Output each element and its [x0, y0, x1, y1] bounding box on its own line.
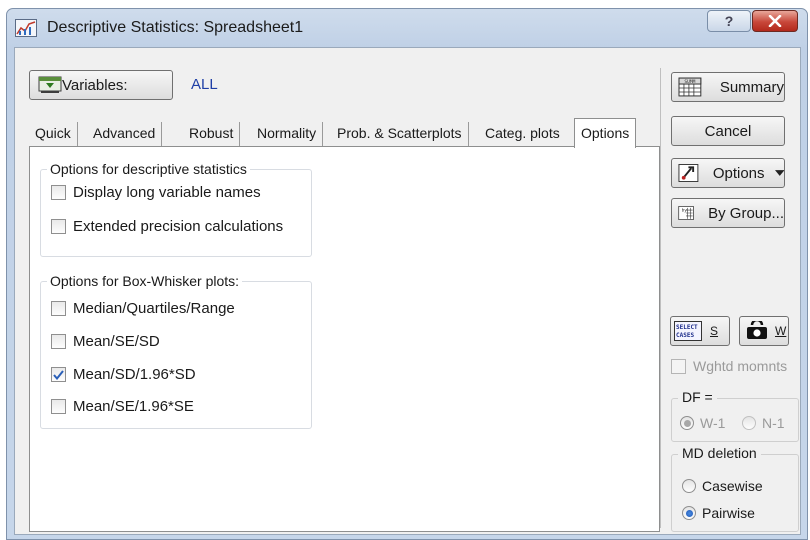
- dialog-window: Descriptive Statistics: Spreadsheet1 ? V…: [6, 8, 808, 540]
- summary-icon: SUMM: [678, 77, 702, 97]
- descriptive-options-title: Options for descriptive statistics: [47, 161, 250, 177]
- df-n1-radio[interactable]: [742, 416, 756, 430]
- by-group-button[interactable]: by By Group...: [671, 198, 785, 228]
- variables-icon: [38, 76, 62, 93]
- right-panel-divider: [660, 68, 661, 528]
- tab-quick[interactable]: Quick: [29, 122, 78, 146]
- close-button[interactable]: [752, 10, 798, 32]
- display-long-names-option[interactable]: Display long variable names: [51, 184, 261, 201]
- variables-value: ALL: [191, 76, 218, 93]
- mean-se-sd-checkbox[interactable]: [51, 334, 66, 349]
- df-group-title: DF =: [678, 389, 717, 405]
- casewise-label: Casewise: [702, 478, 763, 494]
- wghtd-momnts-label: Wghtd momnts: [693, 358, 788, 374]
- mean-sd-196sd-checkbox[interactable]: [51, 367, 66, 382]
- cancel-button-label: Cancel: [704, 122, 752, 140]
- mean-sd-196sd-option[interactable]: Mean/SD/1.96*SD: [51, 366, 196, 383]
- select-cases-icon-text-2: CASES: [676, 332, 694, 339]
- weight-key: W: [775, 324, 787, 338]
- md-deletion-group: MD deletion Casewise Pairwise: [671, 445, 799, 532]
- box-whisker-options-title: Options for Box-Whisker plots:: [47, 273, 243, 289]
- checkmark-icon: [53, 369, 64, 380]
- close-icon: [768, 15, 782, 27]
- variables-button[interactable]: Variables:: [29, 70, 173, 100]
- casewise-radio[interactable]: [682, 479, 696, 493]
- window-title: Descriptive Statistics: Spreadsheet1: [47, 19, 304, 36]
- mean-se-196se-checkbox[interactable]: [51, 399, 66, 414]
- median-quartiles-range-checkbox[interactable]: [51, 301, 66, 316]
- by-group-label: By Group...: [708, 204, 784, 222]
- help-icon: ?: [724, 13, 734, 29]
- casewise-option[interactable]: Casewise: [682, 478, 763, 494]
- median-quartiles-range-option[interactable]: Median/Quartiles/Range: [51, 300, 235, 317]
- pairwise-option[interactable]: Pairwise: [682, 505, 755, 521]
- tab-advanced[interactable]: Advanced: [87, 122, 163, 146]
- extended-precision-option[interactable]: Extended precision calculations: [51, 218, 283, 235]
- mean-se-196se-option[interactable]: Mean/SE/1.96*SE: [51, 398, 194, 415]
- df-w1-label: W-1: [700, 415, 726, 431]
- tab-robust[interactable]: Robust: [183, 122, 241, 146]
- weight-icon: [747, 321, 767, 339]
- summary-button-label: Summary: [719, 78, 784, 96]
- wghtd-momnts-checkbox[interactable]: [671, 358, 686, 374]
- select-cases-icon-text-1: SELECT: [676, 324, 698, 331]
- chevron-down-icon: [774, 169, 784, 176]
- options-menu-label: Options: [712, 164, 765, 182]
- df-n1-label: N-1: [762, 415, 785, 431]
- tab-categ-plots[interactable]: Categ. plots: [479, 122, 566, 146]
- tab-prob-scatterplots[interactable]: Prob. & Scatterplots: [331, 122, 469, 146]
- dialog-client-area: Variables: ALL Quick Advanced Robust Nor…: [14, 47, 801, 535]
- df-group: DF = W-1 N-1: [671, 389, 799, 442]
- extended-precision-checkbox[interactable]: [51, 219, 66, 234]
- help-button[interactable]: ?: [707, 10, 751, 32]
- box-whisker-options-group: Options for Box-Whisker plots: Median/Qu…: [40, 273, 312, 429]
- options-menu-button[interactable]: Options: [671, 158, 785, 188]
- descriptive-options-group: Options for descriptive statistics Displ…: [40, 161, 312, 257]
- tab-options[interactable]: Options: [574, 118, 637, 148]
- extended-precision-label: Extended precision calculations: [73, 218, 284, 235]
- options-tab-panel: Options for descriptive statistics Displ…: [29, 146, 660, 532]
- mean-se-sd-option[interactable]: Mean/SE/SD: [51, 333, 160, 350]
- mean-sd-196sd-label: Mean/SD/1.96*SD: [73, 366, 196, 383]
- median-quartiles-range-label: Median/Quartiles/Range: [73, 300, 235, 317]
- wghtd-momnts-option[interactable]: Wghtd momnts: [671, 358, 787, 374]
- mean-se-sd-label: Mean/SE/SD: [73, 333, 160, 350]
- df-w1-option[interactable]: W-1: [680, 415, 725, 431]
- title-bar[interactable]: Descriptive Statistics: Spreadsheet1 ?: [7, 9, 807, 47]
- select-cases-button[interactable]: SELECT CASES S: [670, 316, 730, 346]
- cancel-button[interactable]: Cancel: [671, 116, 785, 146]
- weight-button[interactable]: W: [739, 316, 789, 346]
- select-cases-key: S: [710, 324, 719, 338]
- df-n1-option[interactable]: N-1: [742, 415, 785, 431]
- chart-app-icon: [15, 19, 37, 37]
- md-deletion-title: MD deletion: [678, 445, 761, 461]
- svg-text:by: by: [682, 208, 688, 214]
- display-long-names-checkbox[interactable]: [51, 185, 66, 200]
- mean-se-196se-label: Mean/SE/1.96*SE: [73, 398, 194, 415]
- tab-normality[interactable]: Normality: [251, 122, 324, 146]
- options-tools-icon: [678, 164, 699, 182]
- pairwise-radio[interactable]: [682, 506, 696, 520]
- select-cases-icon: SELECT CASES: [674, 321, 702, 341]
- variables-button-label: Variables:: [62, 76, 128, 94]
- by-group-icon: by: [678, 206, 694, 220]
- pairwise-label: Pairwise: [702, 505, 755, 521]
- df-w1-radio[interactable]: [680, 416, 694, 430]
- summary-button[interactable]: SUMM Summary: [671, 72, 785, 102]
- display-long-names-label: Display long variable names: [73, 184, 261, 201]
